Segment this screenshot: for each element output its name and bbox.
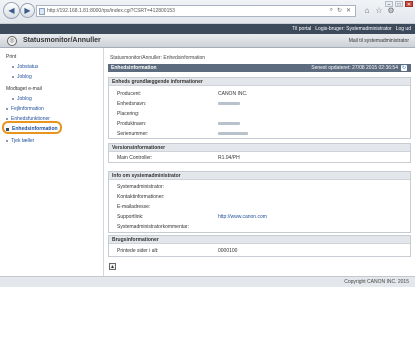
sidebar: Print Jobstatus Joblog Modtaget e-mail J… xyxy=(0,48,104,284)
row-label: Placering: xyxy=(117,111,140,117)
top-bar: Til portal Logis-bruger: Systemadministr… xyxy=(0,24,415,34)
address-bar[interactable]: http://192.168.1.81:8000/rps/index.cgi?C… xyxy=(36,5,356,17)
row-label: Serienummer: xyxy=(117,131,149,137)
footer: Copyright CANON INC. 2015 xyxy=(0,276,415,287)
panel-version-info: Versionsinformationer Main Controller: R… xyxy=(108,143,411,163)
panel-title: Brugsinformationer xyxy=(109,236,410,244)
bullet-icon xyxy=(6,140,8,142)
panel-title: Enheds grundlæggende informationer xyxy=(109,78,410,86)
close-icon[interactable]: ✕ xyxy=(405,1,413,8)
bullet-icon xyxy=(12,98,14,100)
bullet-icon xyxy=(6,118,8,120)
section-header: Enhedsinformation Senest opdateret: 27/0… xyxy=(108,64,411,72)
sidebar-item-check-counter[interactable]: Tjek tæller xyxy=(6,138,34,144)
home-icon[interactable]: ⌂ xyxy=(362,4,372,16)
row-value: 0000100 xyxy=(218,248,238,254)
row-label: Enhedsnavn: xyxy=(117,101,147,107)
breadcrumb: Statusmonitor/Annuller: Enhedsinformatio… xyxy=(110,55,206,61)
search-icon[interactable]: ⌕ xyxy=(330,7,333,14)
redacted-value xyxy=(218,121,240,127)
monitor-logo-icon: ◎ xyxy=(7,35,17,46)
panel-title: Info om systemadministrator xyxy=(109,172,410,180)
sidebar-heading-print: Print xyxy=(6,54,17,60)
last-updated: Senest opdateret: 27/08 2015 02:36:54 xyxy=(311,65,398,71)
row-label: Main Controller: xyxy=(117,155,153,161)
bullet-icon xyxy=(12,76,14,78)
support-link[interactable]: http://www.canon.com xyxy=(218,214,267,220)
panel-admin-info: Info om systemadministrator Systemadmini… xyxy=(108,171,411,233)
sidebar-item-joblog-email[interactable]: Joblog xyxy=(12,96,32,102)
maximize-icon[interactable]: □ xyxy=(395,1,403,8)
redacted-value xyxy=(218,131,248,137)
section-title: Enhedsinformation xyxy=(111,65,157,71)
row-label: Systemadministratorkommentar: xyxy=(117,224,189,230)
browser-toolbar: ◀ ▶ http://192.168.1.81:8000/rps/index.c… xyxy=(0,0,415,24)
redacted-value xyxy=(218,101,240,107)
selection-highlight xyxy=(2,121,62,134)
back-arrow-icon[interactable]: ◀ xyxy=(3,2,20,19)
address-url: http://192.168.1.81:8000/rps/index.cgi?C… xyxy=(47,8,175,14)
refresh-icon[interactable]: ↻ xyxy=(401,65,407,71)
window-controls: – □ ✕ xyxy=(385,1,413,8)
row-label: Systemadministrator: xyxy=(117,184,164,190)
page-top-icon[interactable]: ▲ xyxy=(109,263,116,270)
row-label: Printede sider i alt: xyxy=(117,248,159,254)
row-label: Produktnavn: xyxy=(117,121,147,127)
row-label: E-mailadresse: xyxy=(117,204,151,210)
sidebar-item-error-info[interactable]: Fejlinformation xyxy=(6,106,44,112)
mail-admin-link[interactable]: Mail til systemadministrator xyxy=(349,38,409,44)
bullet-icon xyxy=(12,66,14,68)
login-user: Logis-bruger: Systemadministrator xyxy=(315,26,392,32)
bullet-icon xyxy=(6,108,8,110)
panel-basic-info: Enheds grundlæggende informationer Produ… xyxy=(108,77,411,139)
page-header: ◎ Statusmonitor/Annuller Mail til system… xyxy=(0,34,415,48)
row-value: R1.04/PH xyxy=(218,155,240,161)
sidebar-item-jobstatus[interactable]: Jobstatus xyxy=(12,64,38,70)
stop-icon[interactable]: ✕ xyxy=(346,7,351,14)
page-title: Statusmonitor/Annuller xyxy=(23,37,101,44)
row-label: Kontaktinformationer: xyxy=(117,194,165,200)
refresh-icon[interactable]: ↻ xyxy=(337,7,342,14)
portal-link[interactable]: Til portal xyxy=(292,26,311,32)
sidebar-heading-received-email: Modtaget e-mail xyxy=(6,86,42,92)
row-label: Supportlink: xyxy=(117,214,144,220)
forward-arrow-icon[interactable]: ▶ xyxy=(20,3,35,18)
copyright: Copyright CANON INC. 2015 xyxy=(344,279,409,285)
row-value: CANON INC. xyxy=(218,91,248,97)
row-label: Producent: xyxy=(117,91,142,97)
minimize-icon[interactable]: – xyxy=(385,1,393,8)
panel-title: Versionsinformationer xyxy=(109,144,410,152)
logout-link[interactable]: Log ud xyxy=(396,26,411,32)
panel-usage-info: Brugsinformationer Printede sider i alt:… xyxy=(108,235,411,257)
page-icon xyxy=(39,8,45,15)
sidebar-item-joblog-print[interactable]: Joblog xyxy=(12,74,32,80)
favorites-icon[interactable]: ☆ xyxy=(374,4,384,16)
